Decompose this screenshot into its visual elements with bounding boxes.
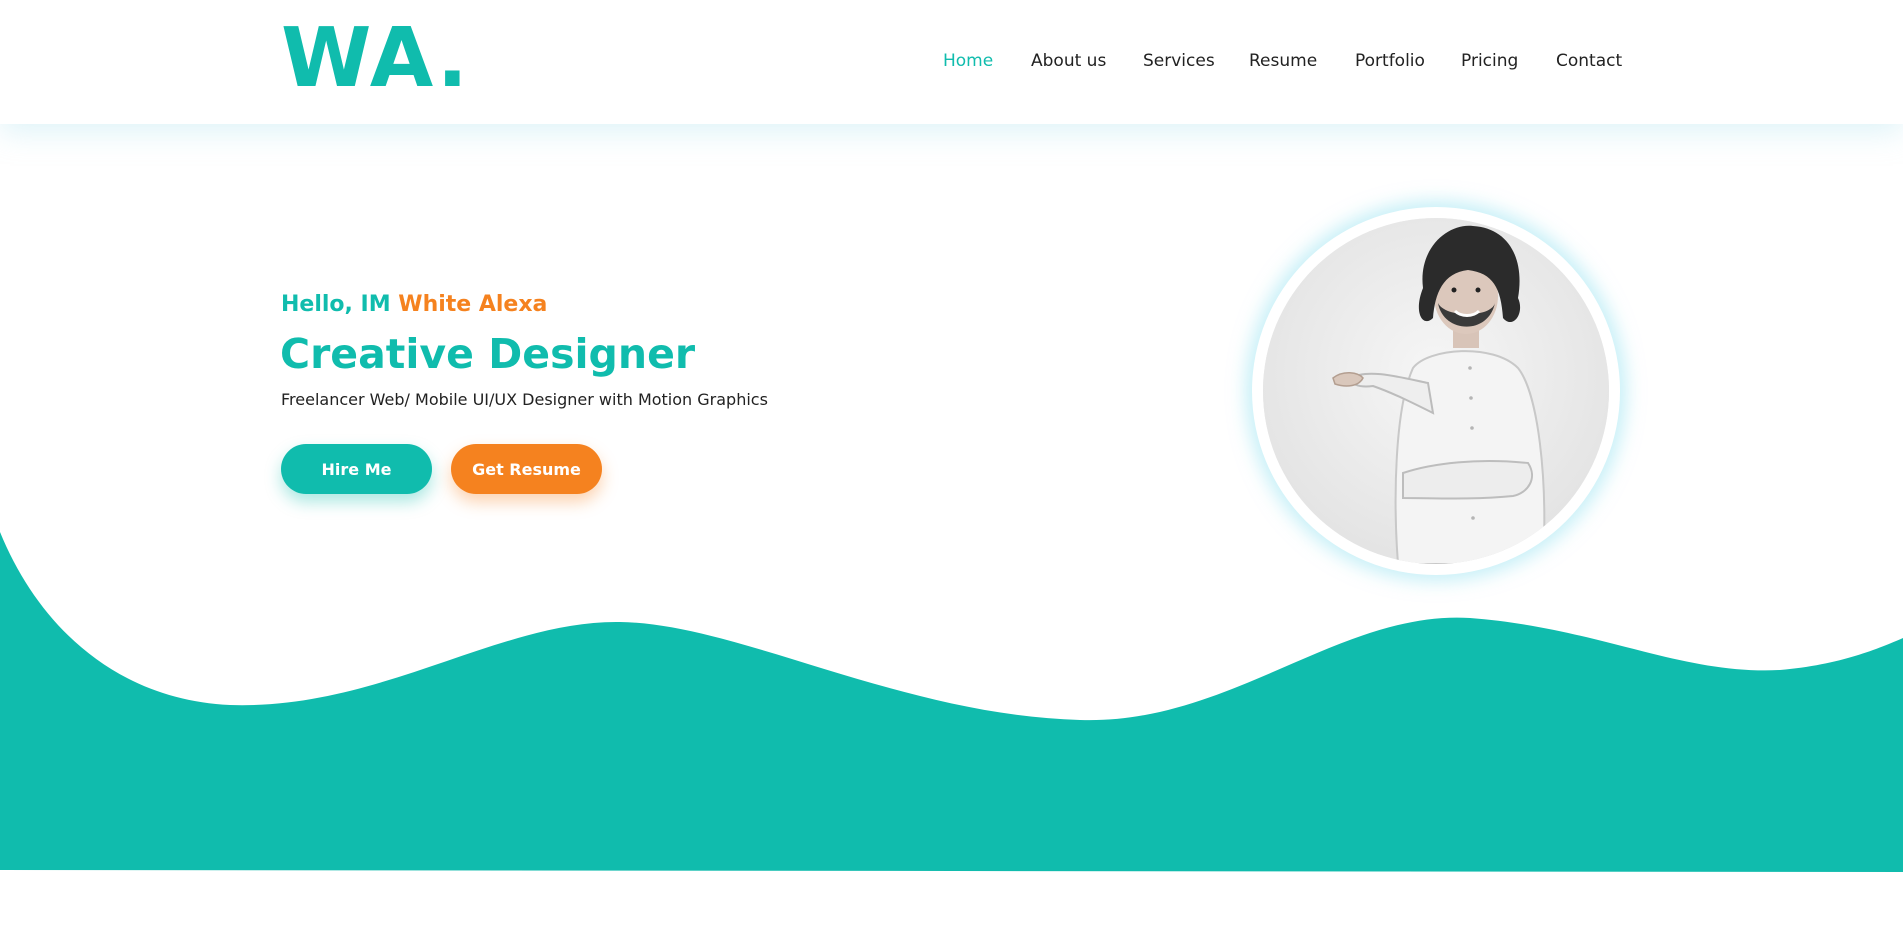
avatar (1263, 218, 1609, 564)
nav-item-services[interactable]: Services (1143, 49, 1215, 73)
nav-item-about-us[interactable]: About us (1031, 49, 1106, 73)
get-resume-button[interactable]: Get Resume (451, 444, 602, 494)
profile-photo-icon (1263, 218, 1609, 564)
nav-item-home[interactable]: Home (943, 49, 993, 73)
site-header: WA. Home About us Services Resume Portfo… (0, 0, 1903, 124)
hero-greeting: Hello, IM White Alexa (281, 292, 547, 317)
hire-me-button[interactable]: Hire Me (281, 444, 432, 494)
nav-item-contact[interactable]: Contact (1556, 49, 1622, 73)
hero-subtitle: Freelancer Web/ Mobile UI/UX Designer wi… (281, 390, 768, 409)
nav-item-resume[interactable]: Resume (1249, 49, 1317, 73)
greeting-name: White Alexa (398, 292, 548, 317)
nav-item-portfolio[interactable]: Portfolio (1355, 49, 1425, 73)
hero-title: Creative Designer (280, 330, 696, 378)
nav-item-pricing[interactable]: Pricing (1461, 49, 1518, 73)
decorative-wave (0, 532, 1903, 872)
main-nav: Home About us Services Resume Portfolio … (0, 49, 1903, 73)
greeting-prefix: Hello, IM (281, 292, 399, 317)
